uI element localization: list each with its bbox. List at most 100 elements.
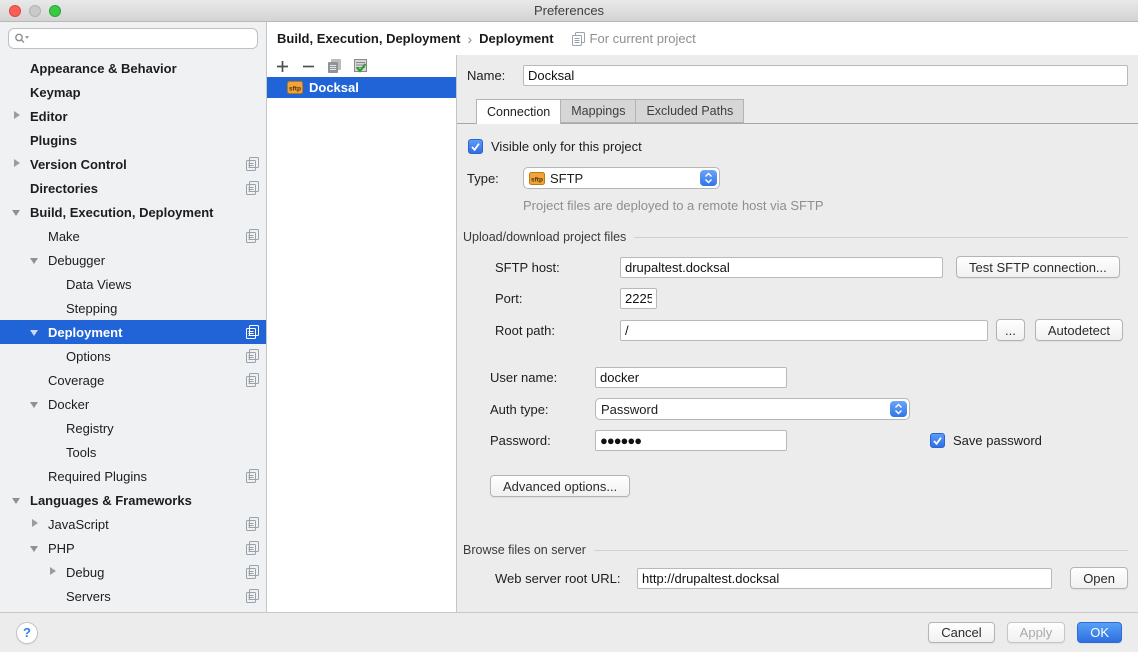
user-name-field[interactable] <box>595 367 787 388</box>
sidebar-item-editor[interactable]: Editor <box>0 104 266 128</box>
tab-excluded-paths[interactable]: Excluded Paths <box>635 99 744 123</box>
for-current-project-icon <box>246 181 259 195</box>
settings-search-box[interactable] <box>8 28 258 49</box>
sidebar-item-languages-frameworks[interactable]: Languages & Frameworks <box>0 488 266 512</box>
sidebar-item-php[interactable]: PHP <box>0 536 266 560</box>
remove-icon[interactable] <box>300 58 317 75</box>
sidebar-item-version-control[interactable]: Version Control <box>0 152 266 176</box>
sftp-file-icon: sftp <box>529 172 545 185</box>
sidebar-item-servers[interactable]: Servers <box>0 584 266 608</box>
duplicate-icon[interactable] <box>326 58 343 75</box>
sidebar-item-tools[interactable]: Tools <box>0 440 266 464</box>
test-sftp-connection-button[interactable]: Test SFTP connection... <box>956 256 1120 278</box>
sidebar-item-debug[interactable]: Debug <box>0 560 266 584</box>
open-button[interactable]: Open <box>1070 567 1128 589</box>
chevron-down-icon[interactable] <box>28 392 42 416</box>
name-label: Name: <box>467 68 523 83</box>
sidebar-item-stepping[interactable]: Stepping <box>0 296 266 320</box>
apply-button: Apply <box>1007 622 1066 643</box>
search-input[interactable] <box>33 30 257 47</box>
sidebar-item-required-plugins[interactable]: Required Plugins <box>0 464 266 488</box>
minimize-window-icon <box>29 5 41 17</box>
chevron-right-icon[interactable] <box>28 512 42 536</box>
sftp-host-field[interactable] <box>620 257 943 278</box>
chevron-right-icon[interactable] <box>46 560 60 584</box>
save-password-checkbox[interactable] <box>930 433 945 448</box>
tree-indent <box>28 464 42 488</box>
tree-indent <box>46 296 60 320</box>
sftp-host-label: SFTP host: <box>495 260 620 275</box>
sidebar-item-javascript[interactable]: JavaScript <box>0 512 266 536</box>
sidebar-item-label: JavaScript <box>48 517 109 532</box>
chevron-right-icon[interactable] <box>10 152 24 176</box>
auth-type-value: Password <box>601 402 658 417</box>
sidebar-item-label: Appearance & Behavior <box>30 61 177 76</box>
breadcrumb-current: Deployment <box>479 31 553 46</box>
dropdown-stepper-icon[interactable] <box>700 170 717 186</box>
cancel-button[interactable]: Cancel <box>928 622 994 643</box>
sidebar-item-debugger[interactable]: Debugger <box>0 248 266 272</box>
sidebar-item-data-views[interactable]: Data Views <box>0 272 266 296</box>
sidebar-item-appearance-behavior[interactable]: Appearance & Behavior <box>0 56 266 80</box>
zoom-window-icon[interactable] <box>49 5 61 17</box>
root-path-field[interactable] <box>620 320 988 341</box>
window-title: Preferences <box>534 3 604 18</box>
ok-button[interactable]: OK <box>1077 622 1122 643</box>
sidebar-item-label: Coverage <box>48 373 104 388</box>
settings-sidebar: Appearance & Behavior KeymapEditorPlugins… <box>0 22 267 612</box>
sidebar-item-make[interactable]: Make <box>0 224 266 248</box>
password-field[interactable] <box>595 430 787 451</box>
tab-mappings[interactable]: Mappings <box>560 99 636 123</box>
chevron-down-icon[interactable] <box>10 200 24 224</box>
for-current-project-icon <box>246 517 259 531</box>
chevron-right-icon[interactable] <box>10 104 24 128</box>
type-label: Type: <box>467 171 523 186</box>
chevron-down-icon[interactable] <box>10 488 24 512</box>
breadcrumb: Build, Execution, Deployment › Deploymen… <box>267 22 1138 55</box>
server-list-toolbar <box>267 55 456 77</box>
sidebar-item-registry[interactable]: Registry <box>0 416 266 440</box>
sidebar-item-build-execution-deployment[interactable]: Build, Execution, Deployment <box>0 200 266 224</box>
browse-root-path-button[interactable]: ... <box>996 319 1025 341</box>
server-item-docksal[interactable]: sftpDocksal <box>267 77 456 98</box>
sidebar-item-keymap[interactable]: Keymap <box>0 80 266 104</box>
close-window-icon[interactable] <box>9 5 21 17</box>
chevron-down-icon[interactable] <box>28 248 42 272</box>
help-button[interactable]: ? <box>16 622 38 644</box>
visible-only-label: Visible only for this project <box>491 139 642 154</box>
tree-indent <box>10 80 24 104</box>
web-root-field[interactable] <box>637 568 1052 589</box>
for-current-project-icon <box>246 565 259 579</box>
tab-connection[interactable]: Connection <box>476 99 561 124</box>
chevron-down-icon[interactable] <box>28 536 42 560</box>
use-as-default-icon[interactable] <box>352 58 369 75</box>
root-path-label: Root path: <box>495 323 620 338</box>
for-current-project-icon <box>246 541 259 555</box>
sidebar-item-options[interactable]: Options <box>0 344 266 368</box>
breadcrumb-parent[interactable]: Build, Execution, Deployment <box>277 31 460 46</box>
search-icon <box>14 32 30 45</box>
advanced-options-button[interactable]: Advanced options... <box>490 475 630 497</box>
dropdown-stepper-icon[interactable] <box>890 401 907 417</box>
sidebar-item-coverage[interactable]: Coverage <box>0 368 266 392</box>
tree-indent <box>10 128 24 152</box>
port-field[interactable] <box>620 288 657 309</box>
autodetect-button[interactable]: Autodetect <box>1035 319 1123 341</box>
name-field[interactable] <box>523 65 1128 86</box>
add-icon[interactable] <box>274 58 291 75</box>
auth-type-select[interactable]: Password <box>595 398 910 420</box>
chevron-down-icon[interactable] <box>28 320 42 344</box>
sidebar-item-deployment[interactable]: Deployment <box>0 320 266 344</box>
sidebar-item-docker[interactable]: Docker <box>0 392 266 416</box>
svg-text:sftp: sftp <box>531 176 543 183</box>
sidebar-item-label: Deployment <box>48 325 122 340</box>
preferences-window: Preferences Appearance & BehaviorKeymapE… <box>0 0 1138 652</box>
breadcrumb-separator: › <box>467 31 472 47</box>
for-current-project-icon <box>246 325 259 339</box>
visible-only-checkbox[interactable] <box>468 139 483 154</box>
type-select[interactable]: sftp SFTP <box>523 167 720 189</box>
sidebar-item-label: Servers <box>66 589 111 604</box>
sidebar-item-plugins[interactable]: Plugins <box>0 128 266 152</box>
server-item-label: Docksal <box>309 80 359 95</box>
sidebar-item-directories[interactable]: Directories <box>0 176 266 200</box>
